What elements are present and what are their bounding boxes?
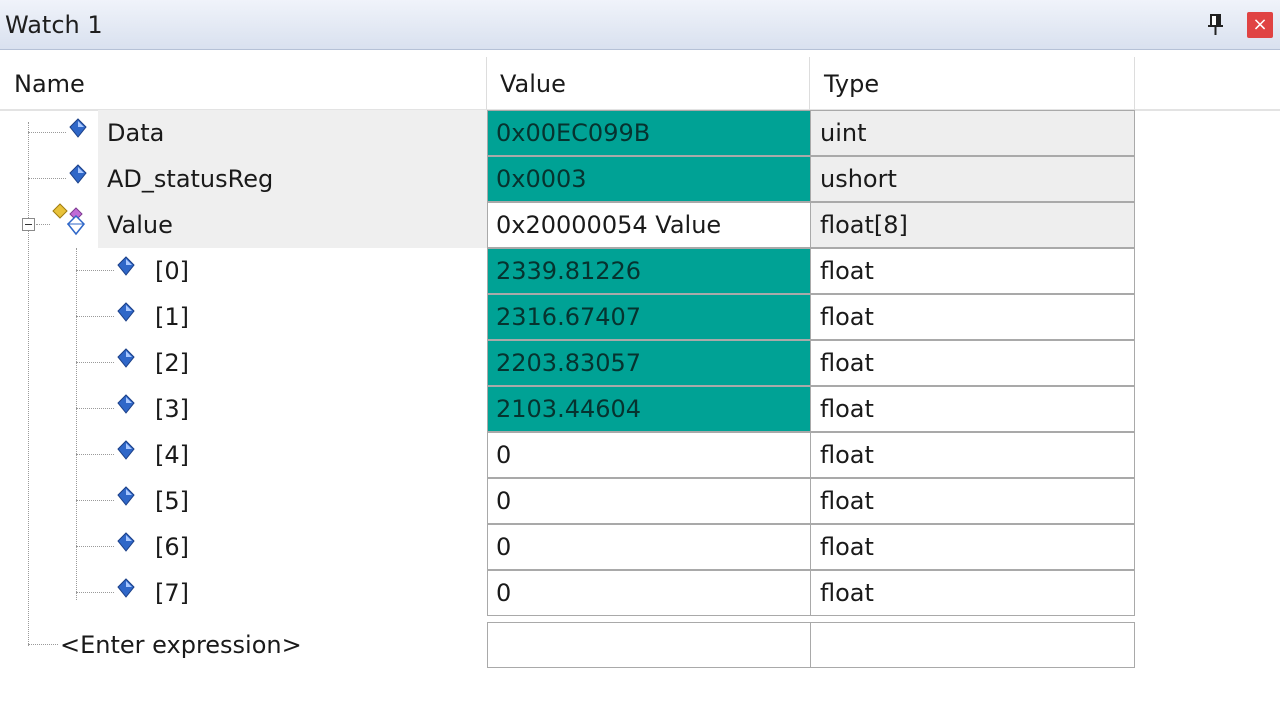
variable-diamond-icon [117,440,135,460]
value-cell[interactable]: 0x00EC099B [487,110,810,156]
value-cell-empty[interactable] [487,622,810,668]
watch-child-row[interactable]: [7] 0 float [0,570,1135,616]
variable-name: Data [107,119,165,147]
type-cell: float [810,340,1135,386]
name-cell: [1] [0,294,487,340]
name-cell: Value [0,202,487,248]
tree-line [28,178,66,179]
type-cell: ushort [810,156,1135,202]
variable-diamond-icon [117,486,135,506]
watch-child-row[interactable]: [5] 0 float [0,478,1135,524]
variable-diamond-icon [69,118,87,138]
name-cell: [6] [0,524,487,570]
watch-panel: Name Value Type Data 0x00EC099B uint AD_… [0,50,1280,720]
name-cell: AD_statusReg [0,156,487,202]
type-cell: float [810,524,1135,570]
tree-line [36,224,50,225]
tree-line [76,362,114,363]
type-cell: float [810,478,1135,524]
type-cell: float [810,248,1135,294]
tree-line [76,454,114,455]
column-header-filler [1135,57,1280,111]
element-index: [0] [155,257,189,285]
watch-child-row[interactable]: [1] 2316.67407 float [0,294,1135,340]
type-cell: float [810,570,1135,616]
name-cell: [3] [0,386,487,432]
column-header-type[interactable]: Type [810,57,1135,111]
type-cell: float [810,386,1135,432]
window-title: Watch 1 [5,11,103,39]
element-index: [5] [155,487,189,515]
element-index: [2] [155,349,189,377]
variable-diamond-icon [117,578,135,598]
type-cell-empty [810,622,1135,668]
watch-child-row[interactable]: [0] 2339.81226 float [0,248,1135,294]
variable-diamond-icon [117,256,135,276]
name-cell: [0] [0,248,487,294]
watch-row[interactable]: Data 0x00EC099B uint [0,110,1135,156]
value-cell[interactable]: 2316.67407 [487,294,810,340]
watch-row[interactable]: Value 0x20000054 Value float[8] [0,202,1135,248]
value-cell[interactable]: 0x20000054 Value [487,202,810,248]
enter-expression-row[interactable]: <Enter expression> [0,622,1135,668]
tree-line [76,500,114,501]
watch-row[interactable]: AD_statusReg 0x0003 ushort [0,156,1135,202]
tree-line [76,316,114,317]
name-cell: [7] [0,570,487,616]
variable-diamond-icon [117,394,135,414]
column-header-name[interactable]: Name [0,57,487,111]
element-index: [7] [155,579,189,607]
tree-line [28,132,66,133]
tree-line [76,592,114,593]
collapse-toggle-icon[interactable] [22,218,35,231]
value-cell[interactable]: 0x0003 [487,156,810,202]
name-cell: Data [0,110,487,156]
watch-child-row[interactable]: [2] 2203.83057 float [0,340,1135,386]
tree-line [76,270,114,271]
variable-name: Value [107,211,173,239]
variable-diamond-icon [117,532,135,552]
enter-expression-input[interactable]: <Enter expression> [60,622,302,668]
value-cell[interactable]: 0 [487,432,810,478]
tree-line [76,408,114,409]
value-cell[interactable]: 0 [487,478,810,524]
element-index: [6] [155,533,189,561]
watch-child-row[interactable]: [4] 0 float [0,432,1135,478]
name-cell: [2] [0,340,487,386]
type-cell: float [810,432,1135,478]
type-cell: float[8] [810,202,1135,248]
variable-diamond-icon [117,302,135,322]
tree-line [76,546,114,547]
watch-child-row[interactable]: [6] 0 float [0,524,1135,570]
value-cell[interactable]: 2339.81226 [487,248,810,294]
watch-window-titlebar: Watch 1 × [0,0,1280,50]
close-icon[interactable]: × [1247,12,1273,38]
element-index: [1] [155,303,189,331]
pin-icon[interactable] [1205,12,1227,38]
variable-diamond-icon [117,348,135,368]
value-cell[interactable]: 2203.83057 [487,340,810,386]
type-cell: float [810,294,1135,340]
element-index: [4] [155,441,189,469]
value-cell[interactable]: 2103.44604 [487,386,810,432]
value-cell[interactable]: 0 [487,524,810,570]
name-cell: [4] [0,432,487,478]
variable-name: AD_statusReg [107,165,274,193]
array-variable-icon [52,203,86,236]
type-cell: uint [810,110,1135,156]
name-cell: <Enter expression> [0,622,487,668]
watch-child-row[interactable]: [3] 2103.44604 float [0,386,1135,432]
variable-diamond-icon [69,164,87,184]
tree-line [28,644,58,645]
column-header-value[interactable]: Value [487,57,810,111]
element-index: [3] [155,395,189,423]
value-cell[interactable]: 0 [487,570,810,616]
name-cell: [5] [0,478,487,524]
